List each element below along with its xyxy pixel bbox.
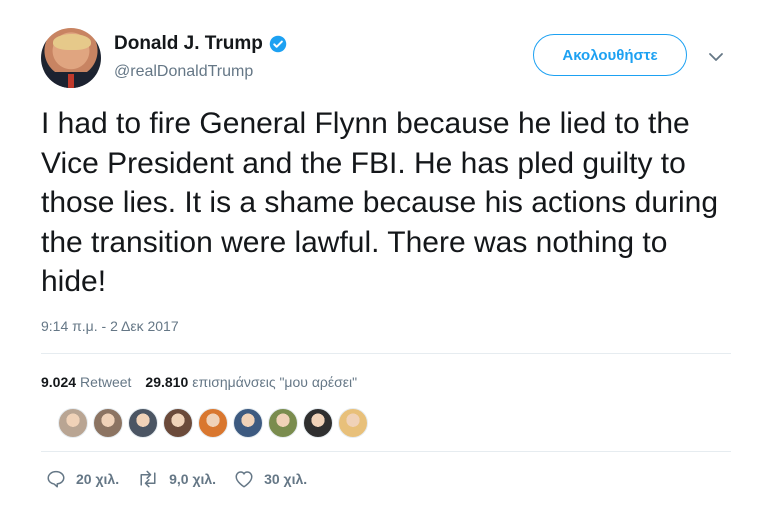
avatar[interactable]	[41, 28, 101, 88]
user-handle[interactable]: @realDonaldTrump	[114, 63, 253, 81]
heart-icon	[235, 471, 253, 488]
divider	[41, 353, 731, 354]
user-name-text[interactable]: Donald J. Trump	[114, 33, 263, 55]
liker-avatar[interactable]	[198, 408, 228, 438]
retweet-icon	[140, 470, 156, 488]
tweet-text: I had to fire General Flynn because he l…	[41, 107, 719, 298]
avatar-hair	[53, 34, 91, 50]
liker-avatar[interactable]	[303, 408, 333, 438]
retweet-count[interactable]: 9.024	[41, 374, 76, 390]
chevron-down-icon[interactable]	[708, 50, 724, 62]
retweet-action-count: 9,0 χιλ.	[169, 471, 217, 487]
likers-avatars	[58, 408, 373, 438]
verified-badge-icon	[269, 35, 287, 53]
follow-button[interactable]: Ακολουθήστε	[533, 34, 687, 76]
retweet-label[interactable]: Retweet	[80, 374, 131, 390]
divider	[41, 451, 731, 452]
liker-avatar[interactable]	[163, 408, 193, 438]
like-button[interactable]: 30 χιλ.	[234, 470, 307, 488]
liker-avatar[interactable]	[338, 408, 368, 438]
reply-icon	[47, 470, 65, 488]
liker-avatar[interactable]	[233, 408, 263, 438]
reply-button[interactable]: 20 χιλ.	[46, 470, 119, 488]
tweet-actions: 20 χιλ. 9,0 χιλ. 30 χιλ.	[46, 470, 325, 488]
liker-avatar[interactable]	[58, 408, 88, 438]
avatar-tie	[68, 74, 74, 88]
user-name[interactable]: Donald J. Trump	[114, 33, 287, 55]
liker-avatar[interactable]	[268, 408, 298, 438]
tweet-timestamp[interactable]: 9:14 π.μ. - 2 Δεκ 2017	[41, 318, 179, 334]
liker-avatar[interactable]	[93, 408, 123, 438]
like-count[interactable]: 29.810	[145, 374, 188, 390]
tweet-stats: 9.024 Retweet 29.810 επισημάνσεις "μου α…	[41, 374, 357, 390]
liker-avatar[interactable]	[128, 408, 158, 438]
retweet-button[interactable]: 9,0 χιλ.	[137, 470, 216, 488]
like-label[interactable]: επισημάνσεις "μου αρέσει"	[192, 374, 357, 390]
reply-count: 20 χιλ.	[76, 471, 120, 487]
like-action-count: 30 χιλ.	[264, 471, 308, 487]
